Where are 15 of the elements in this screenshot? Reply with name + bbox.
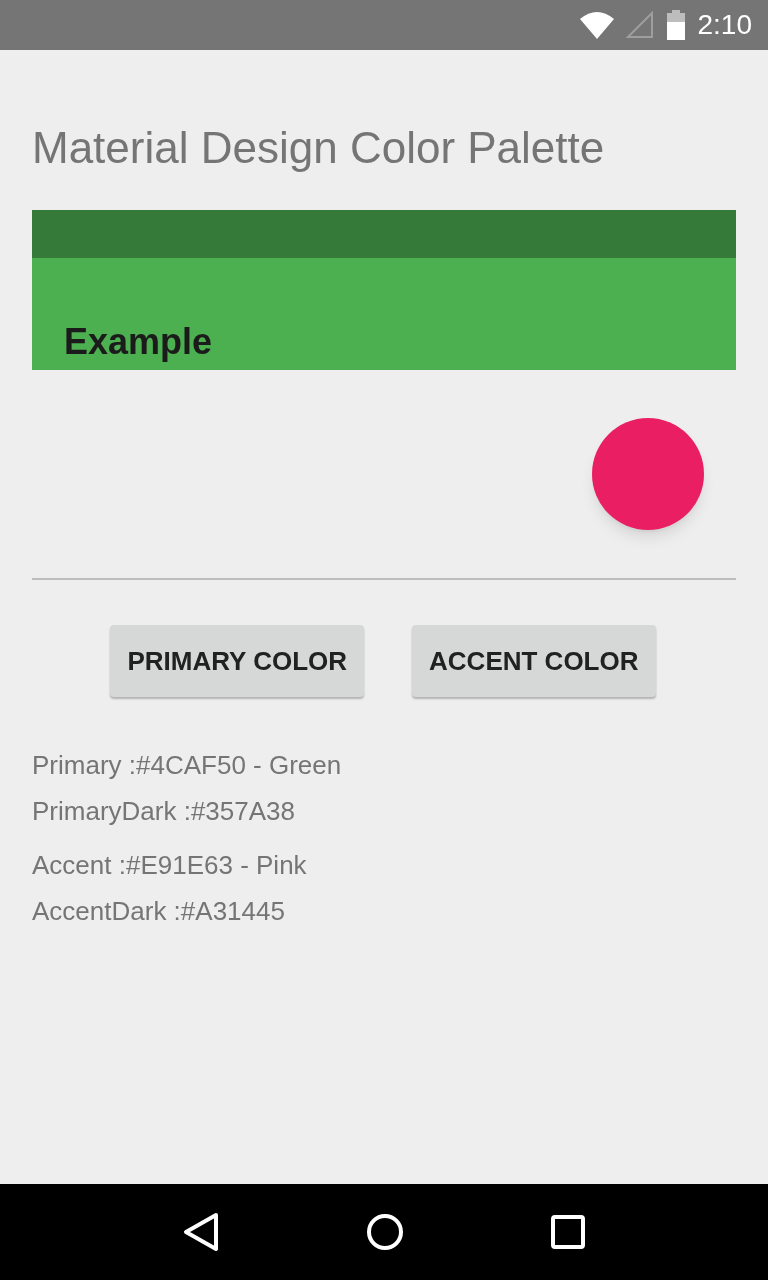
- page-title: Material Design Color Palette: [32, 122, 606, 174]
- home-icon[interactable]: [366, 1213, 404, 1251]
- toolbar-title: Example: [64, 320, 213, 364]
- wifi-icon: [579, 11, 614, 39]
- color-info-text: AccentDark :#A31445: [32, 895, 286, 927]
- color-info-text: Primary :#4CAF50 - Green: [32, 749, 343, 781]
- status-time: 2:10: [697, 8, 752, 42]
- cell-signal-icon: [625, 11, 654, 39]
- color-info-text: PrimaryDark :#357A38: [32, 795, 296, 827]
- back-icon[interactable]: [183, 1212, 220, 1252]
- battery-icon: [665, 10, 686, 40]
- color-button[interactable]: ACCENT COLOR: [412, 625, 656, 697]
- color-button[interactable]: PRIMARY COLOR: [110, 625, 365, 697]
- recents-icon[interactable]: [550, 1215, 585, 1249]
- color-info-text: Accent :#E91E63 - Pink: [32, 849, 308, 881]
